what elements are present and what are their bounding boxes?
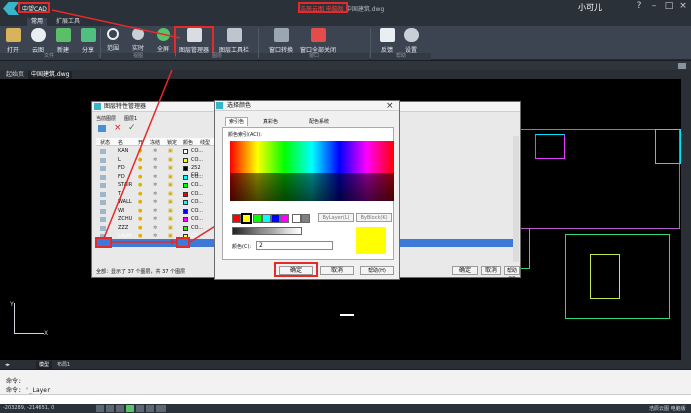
std-color-gray[interactable] bbox=[301, 214, 310, 223]
tab-true-color[interactable]: 真彩色 bbox=[260, 118, 281, 126]
std-color-blue[interactable] bbox=[271, 214, 280, 223]
std-color-white[interactable] bbox=[292, 214, 301, 223]
std-color-magenta[interactable] bbox=[280, 214, 289, 223]
layout-tab-bar: ◂▸ 模型 布局1 bbox=[0, 360, 691, 369]
layout-nav-arrows[interactable]: ◂▸ bbox=[2, 361, 13, 369]
tab-index-color[interactable]: 索引色 bbox=[225, 117, 249, 126]
std-color-green[interactable] bbox=[253, 214, 262, 223]
command-history-line: 命令: bbox=[6, 378, 22, 385]
gray-shades[interactable] bbox=[232, 227, 302, 235]
arrow-title-to-layer-button bbox=[51, 9, 181, 39]
std-color-yellow-selected[interactable] bbox=[241, 213, 252, 224]
bylayer-button[interactable]: ByLayer(L) bbox=[318, 213, 354, 222]
status-right-text: 浩辰云图 电脑版 bbox=[649, 406, 686, 412]
aci-label: 颜色索引(ACI): bbox=[228, 132, 262, 138]
tab-color-books[interactable]: 配色系统 bbox=[306, 118, 332, 126]
command-current-line: 命令: '_Layer bbox=[6, 387, 51, 394]
color-input-label: 颜色(C): bbox=[232, 244, 252, 250]
arrowhead bbox=[171, 239, 176, 245]
color-preview-swatch bbox=[356, 227, 386, 254]
color-dialog-app-icon bbox=[216, 102, 223, 109]
byblock-button[interactable]: ByBlock(K) bbox=[356, 213, 392, 222]
color-dialog-title: 选择颜色 bbox=[215, 101, 399, 111]
color-dialog-close-icon[interactable]: × bbox=[386, 101, 394, 111]
ok-button-highlight-box bbox=[274, 262, 318, 277]
color-cancel-button[interactable]: 取消 bbox=[320, 266, 354, 275]
aci-palette-shade bbox=[230, 173, 394, 201]
arrow-status-to-layer-button bbox=[103, 69, 173, 239]
aci-palette-bright[interactable] bbox=[230, 141, 394, 173]
std-color-cyan[interactable] bbox=[262, 214, 271, 223]
command-window[interactable]: 命令: 命令: '_Layer bbox=[0, 370, 691, 404]
drafting-mode-toggles[interactable] bbox=[96, 405, 166, 412]
status-bar: -203289, -214651, 0 浩辰云图 电脑版 bbox=[0, 404, 691, 413]
std-color-red[interactable] bbox=[232, 214, 241, 223]
color-input-field[interactable]: 2 bbox=[256, 241, 333, 250]
command-input[interactable] bbox=[0, 394, 691, 404]
tab-layout1[interactable]: 布局1 bbox=[54, 361, 73, 369]
tab-model[interactable]: 模型 bbox=[36, 361, 53, 369]
coordinates-readout: -203289, -214651, 0 bbox=[3, 405, 55, 411]
color-help-button[interactable]: 帮助(H) bbox=[360, 266, 394, 275]
